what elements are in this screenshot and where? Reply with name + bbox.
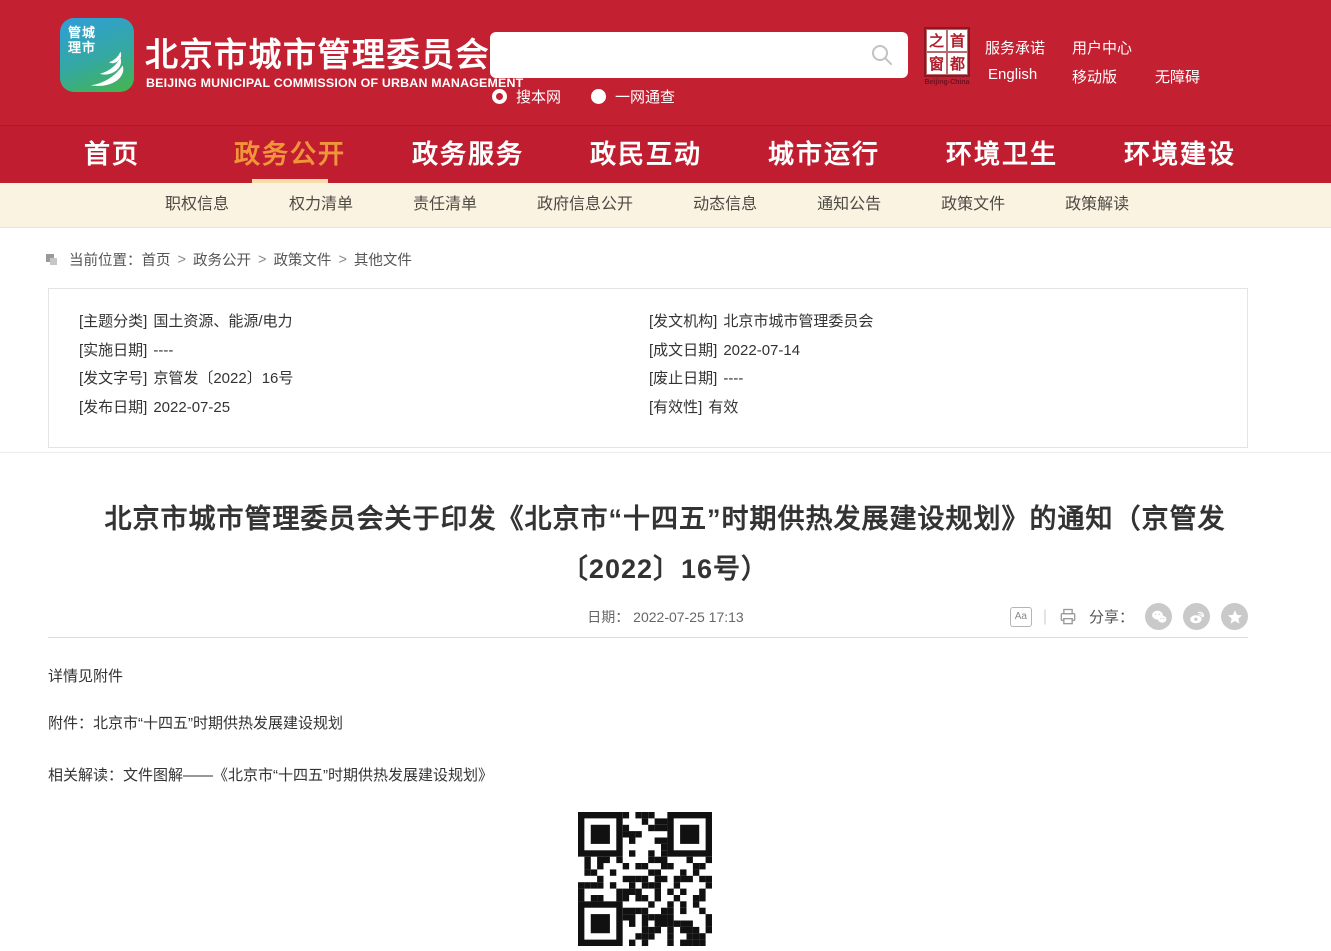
divider — [48, 637, 1248, 638]
meta-validity: [有效性]有效 — [649, 396, 873, 425]
agency-logo[interactable]: 管城 理市 — [60, 18, 134, 92]
interpretation-label: 相关解读： — [48, 767, 123, 784]
sub-nav: 职权信息 权力清单 责任清单 政府信息公开 动态信息 通知公告 政策文件 政策解… — [0, 183, 1331, 228]
nav-item-env-sanitation[interactable]: 环境卫生 — [922, 126, 1082, 183]
meta-doc-number: [发文字号]京管发〔2022〕16号 — [79, 367, 293, 396]
link-accessibility[interactable]: 无障碍 — [1155, 66, 1200, 87]
nav-item-interaction[interactable]: 政民互动 — [566, 126, 726, 183]
site-header: 管城 理市 北京市城市管理委员会 BEIJING MUNICIPAL COMMI… — [0, 0, 1331, 125]
nav-item-gov-service[interactable]: 政务服务 — [388, 126, 548, 183]
site-title[interactable]: 北京市城市管理委员会 — [145, 28, 490, 76]
meta-implement-date: [实施日期]---- — [79, 339, 293, 368]
interpretation-link[interactable]: 文件图解——《北京市“十四五”时期供热发展建设规划》 — [123, 767, 493, 784]
subnav-item-power-list[interactable]: 权力清单 — [289, 183, 353, 227]
breadcrumb-label: 当前位置： — [69, 249, 142, 270]
meta-publish-date: [发布日期]2022-07-25 — [79, 396, 293, 425]
capital-window-logo[interactable]: 之 首 窗 都 Beijing-China — [924, 27, 970, 86]
breadcrumb-other-files[interactable]: 其他文件 — [354, 249, 412, 270]
attachment-link[interactable]: 北京市“十四五”时期供热发展建设规划 — [93, 715, 343, 732]
weibo-icon — [1188, 608, 1206, 626]
cw-char: 之 — [926, 29, 947, 52]
body-notice: 详情见附件 — [48, 665, 123, 686]
attachment-label: 附件： — [48, 715, 93, 732]
breadcrumb-policy-file[interactable]: 政策文件 — [273, 249, 331, 270]
breadcrumb-home[interactable]: 首页 — [142, 249, 171, 270]
article-toolbar: Aa | 分享： — [1010, 603, 1248, 630]
link-english[interactable]: English — [988, 66, 1037, 83]
site-subtitle: BEIJING MUNICIPAL COMMISSION OF URBAN MA… — [146, 76, 523, 90]
subnav-item-duty-list[interactable]: 责任清单 — [413, 183, 477, 227]
subnav-item-gov-info-open[interactable]: 政府信息公开 — [537, 183, 633, 227]
share-weibo-button[interactable] — [1183, 603, 1210, 630]
cw-char: 都 — [947, 52, 968, 75]
qr-code-image — [578, 812, 712, 946]
subnav-item-policy-files[interactable]: 政策文件 — [941, 183, 1005, 227]
meta-repeal-date: [废止日期]---- — [649, 367, 873, 396]
cw-char: 首 — [947, 29, 968, 52]
meta-written-date: [成文日期]2022-07-14 — [649, 339, 873, 368]
scope-label-site[interactable]: 搜本网 — [516, 86, 561, 107]
link-mobile-version[interactable]: 移动版 — [1072, 66, 1117, 87]
toolbar-divider: | — [1043, 608, 1047, 626]
share-wechat-button[interactable] — [1145, 603, 1172, 630]
capital-window-grid: 之 首 窗 都 — [924, 27, 970, 77]
breadcrumb-icon — [46, 254, 57, 265]
nav-item-home[interactable]: 首页 — [32, 126, 192, 183]
radio-search-network-icon[interactable] — [591, 89, 606, 104]
wechat-icon — [1150, 608, 1168, 626]
link-user-center[interactable]: 用户中心 — [1072, 37, 1132, 58]
body-interpretation: 相关解读：文件图解——《北京市“十四五”时期供热发展建设规划》 — [48, 764, 493, 785]
share-qzone-button[interactable] — [1221, 603, 1248, 630]
divider — [0, 452, 1331, 453]
breadcrumb-separator: > — [338, 252, 346, 268]
search-scope-options: 搜本网 一网通查 — [492, 86, 675, 107]
breadcrumb-separator: > — [258, 252, 266, 268]
meta-topic-category: [主题分类]国土资源、能源/电力 — [79, 310, 293, 339]
search-icon[interactable] — [870, 43, 894, 67]
search-box — [490, 32, 908, 78]
qr-code — [578, 812, 712, 946]
article-title: 北京市城市管理委员会关于印发《北京市“十四五”时期供热发展建设规划》的通知（京管… — [65, 494, 1265, 594]
breadcrumb-separator: > — [178, 252, 186, 268]
print-icon[interactable] — [1058, 607, 1078, 627]
breadcrumb-gov-open[interactable]: 政务公开 — [193, 249, 251, 270]
link-service-promise[interactable]: 服务承诺 — [985, 37, 1045, 58]
subnav-item-authority-info[interactable]: 职权信息 — [165, 183, 229, 227]
share-label: 分享： — [1089, 606, 1134, 627]
subnav-item-dynamic-info[interactable]: 动态信息 — [693, 183, 757, 227]
qzone-star-icon — [1226, 608, 1244, 626]
subnav-item-notices[interactable]: 通知公告 — [817, 183, 881, 227]
breadcrumb: 当前位置： 首页 > 政务公开 > 政策文件 > 其他文件 — [46, 249, 412, 270]
search-input[interactable] — [504, 32, 864, 78]
nav-item-gov-open[interactable]: 政务公开 — [210, 126, 370, 183]
radio-search-site-icon[interactable] — [492, 89, 507, 104]
body-attachment: 附件：北京市“十四五”时期供热发展建设规划 — [48, 712, 343, 733]
scope-label-network[interactable]: 一网通查 — [615, 86, 675, 107]
main-nav: 首页 政务公开 政务服务 政民互动 城市运行 环境卫生 环境建设 — [0, 125, 1331, 183]
document-meta-box: [主题分类]国土资源、能源/电力 [实施日期]---- [发文字号]京管发〔20… — [48, 288, 1248, 448]
meta-issuing-agency: [发文机构]北京市城市管理委员会 — [649, 310, 873, 339]
nav-item-city-operation[interactable]: 城市运行 — [744, 126, 904, 183]
subnav-item-policy-readings[interactable]: 政策解读 — [1065, 183, 1129, 227]
nav-item-env-construction[interactable]: 环境建设 — [1100, 126, 1260, 183]
font-size-button[interactable]: Aa — [1010, 607, 1032, 627]
cw-char: 窗 — [926, 52, 947, 75]
logo-swoosh-icon — [86, 44, 132, 90]
capital-window-caption: Beijing-China — [924, 79, 970, 86]
